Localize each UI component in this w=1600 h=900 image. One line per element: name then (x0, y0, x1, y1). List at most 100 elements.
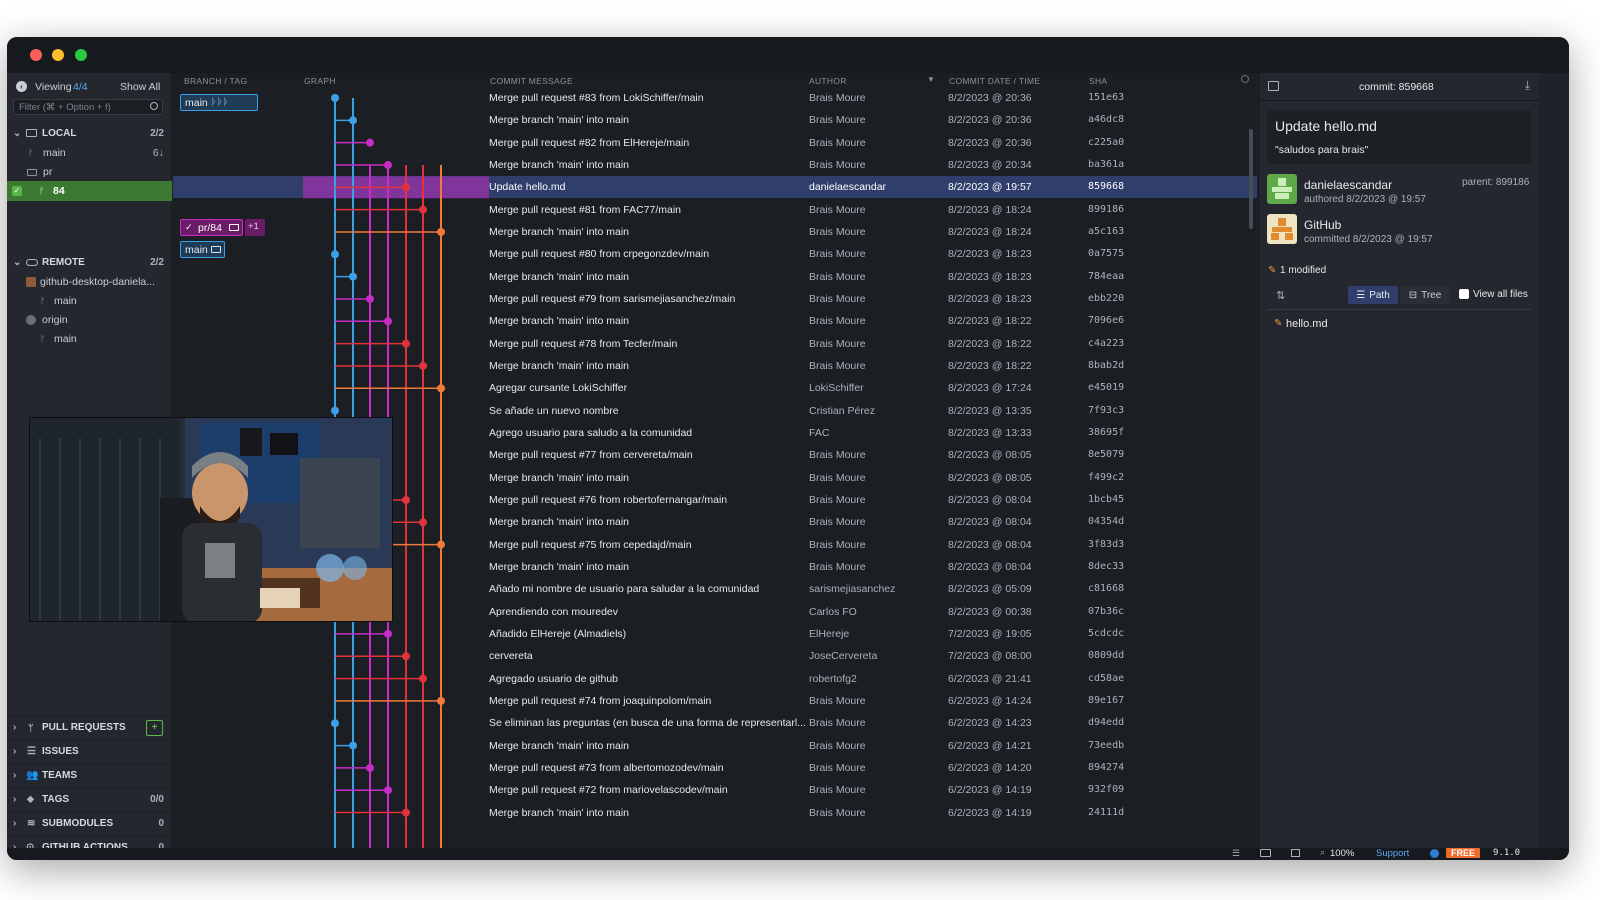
close-window-button[interactable] (30, 49, 42, 61)
commit-node[interactable] (384, 317, 392, 326)
commit-node[interactable] (331, 719, 339, 728)
commit-node[interactable] (437, 384, 445, 393)
branch-label-plus-text: +1 (248, 221, 259, 232)
branch-label-main-top[interactable]: main ᚦᚦᚦ (180, 94, 258, 111)
maximize-window-button[interactable] (75, 49, 87, 61)
local-branch-main-label: main (43, 147, 66, 159)
branch-label-plus[interactable]: +1 (245, 219, 265, 236)
chevron-down-icon: ⌄ (13, 256, 22, 268)
submodules-section[interactable]: › ≋ SUBMODULES 0 (7, 811, 172, 835)
commit-sha: a46dc8 (1088, 114, 1125, 126)
remote-branch-main-2[interactable]: ᚠ main (7, 329, 172, 349)
branch-label-main-local[interactable]: main (180, 241, 225, 258)
remote-branch-main-1[interactable]: ᚠ main (7, 291, 172, 311)
commit-node[interactable] (366, 294, 374, 303)
commit-node[interactable] (384, 629, 392, 638)
local-folder-pr[interactable]: pr (7, 162, 172, 182)
author-name[interactable]: danielaescandar (1304, 178, 1392, 192)
commit-node[interactable] (384, 160, 392, 169)
vertical-scrollbar[interactable] (1249, 129, 1253, 229)
remote-avatar-icon (26, 315, 36, 325)
app-window: ‹ Viewing 4/4 Show All Filter (⌘ + Optio… (7, 37, 1569, 860)
view-all-files-label[interactable]: View all files (1473, 289, 1528, 300)
show-all-button[interactable]: Show All (120, 81, 160, 93)
commit-node[interactable] (419, 361, 427, 370)
commit-node[interactable] (331, 250, 339, 259)
commit-author: Brais Moure (809, 560, 866, 573)
tags-count: 0/0 (150, 794, 164, 805)
checkbox-checked-icon[interactable]: ✓ (12, 186, 22, 196)
view-all-checkbox[interactable] (1459, 289, 1469, 299)
issues-section[interactable]: › ☰ ISSUES (7, 739, 172, 763)
commit-node[interactable] (349, 116, 357, 125)
commit-author: Brais Moure (809, 114, 866, 127)
commit-node[interactable] (366, 763, 374, 772)
sort-icon[interactable]: ⇅ (1276, 289, 1285, 302)
local-section-header[interactable]: ⌄ LOCAL 2/2 (7, 123, 172, 143)
remote-github-desktop-label: github-desktop-daniela... (40, 276, 155, 288)
committer-name[interactable]: GitHub (1304, 218, 1341, 232)
remote-github-desktop[interactable]: github-desktop-daniela... (7, 272, 172, 292)
commit-node[interactable] (402, 183, 410, 192)
edit-icon[interactable] (1268, 81, 1279, 91)
commit-node[interactable] (419, 205, 427, 214)
teams-section[interactable]: › 👥 TEAMS (7, 763, 172, 787)
commit-node[interactable] (366, 138, 374, 147)
add-pull-request-button[interactable]: + (146, 719, 163, 736)
commit-date: 8/2/2023 @ 08:05 (948, 449, 1032, 462)
remote-origin[interactable]: origin (7, 310, 172, 330)
commit-node[interactable] (437, 696, 445, 705)
commit-node[interactable] (402, 495, 410, 504)
plan-badge[interactable]: FREE (1446, 848, 1481, 858)
settings-icon[interactable] (1241, 75, 1249, 83)
commit-node[interactable] (419, 518, 427, 527)
commit-node[interactable] (402, 339, 410, 348)
keyboard-icon[interactable] (1260, 849, 1271, 857)
commit-node[interactable] (349, 272, 357, 281)
globe-icon[interactable] (1430, 849, 1439, 858)
zoom-icon[interactable]: ⌕ (1320, 847, 1325, 858)
local-branch-84[interactable]: ✓ ᚠ 84 (7, 181, 172, 201)
file-row-hello-md[interactable]: ✎ hello.md (1267, 314, 1531, 334)
branch-label-pr84[interactable]: ✓ pr/84 (180, 219, 243, 236)
commit-sha: 8e5079 (1088, 449, 1125, 461)
local-branch-main[interactable]: ᚠ main 6↓ (7, 143, 172, 163)
commit-author: Brais Moure (809, 761, 866, 774)
commit-message: Merge pull request #80 from crpegonzdev/… (489, 248, 710, 261)
remote-section-header[interactable]: ⌄ REMOTE 2/2 (7, 252, 172, 272)
commit-node[interactable] (402, 652, 410, 661)
commit-node[interactable] (349, 741, 357, 750)
commit-date: 8/2/2023 @ 05:09 (948, 583, 1032, 596)
commit-node[interactable] (419, 674, 427, 683)
commit-node[interactable] (331, 94, 339, 102)
tags-section[interactable]: › ⬥ TAGS 0/0 (7, 787, 172, 811)
column-header-bar: BRANCH / TAG GRAPH COMMIT MESSAGE AUTHOR… (173, 73, 1257, 87)
commit-message: Merge pull request #74 from joaquinpolom… (489, 694, 712, 707)
zoom-level[interactable]: 100% (1330, 848, 1354, 859)
minimize-window-button[interactable] (52, 49, 64, 61)
commit-node[interactable] (331, 406, 339, 415)
filter-icon[interactable]: ▼ (927, 75, 935, 84)
commit-sha: 8dec33 (1088, 560, 1125, 572)
commit-message: Merge branch 'main' into main (489, 516, 629, 529)
commit-node[interactable] (437, 540, 445, 549)
pull-requests-section[interactable]: › ᛘ PULL REQUESTS + (7, 715, 172, 739)
tree-view-button[interactable]: ⊟ Tree (1400, 286, 1450, 304)
download-icon[interactable]: ⤓ (1525, 78, 1530, 93)
path-view-button[interactable]: ☰ Path (1348, 286, 1398, 304)
back-icon[interactable]: ‹ (16, 81, 27, 92)
support-link[interactable]: Support (1376, 848, 1409, 859)
list-icon[interactable]: ☰ (1232, 848, 1240, 859)
filter-input[interactable]: Filter (⌘ + Option + f) (13, 99, 163, 115)
commit-date: 8/2/2023 @ 18:23 (948, 270, 1032, 283)
commit-author: Brais Moure (809, 538, 866, 551)
commit-sha: 7f93c3 (1088, 404, 1125, 416)
parent-sha[interactable]: parent: 899186 (1462, 177, 1529, 188)
commit-date: 8/2/2023 @ 08:04 (948, 560, 1032, 573)
commit-message: Merge branch 'main' into main (489, 359, 629, 372)
commit-node[interactable] (384, 786, 392, 795)
commit-author: Brais Moure (809, 270, 866, 283)
gift-icon[interactable] (1291, 849, 1300, 857)
commit-node[interactable] (437, 227, 445, 236)
commit-node[interactable] (402, 808, 410, 817)
